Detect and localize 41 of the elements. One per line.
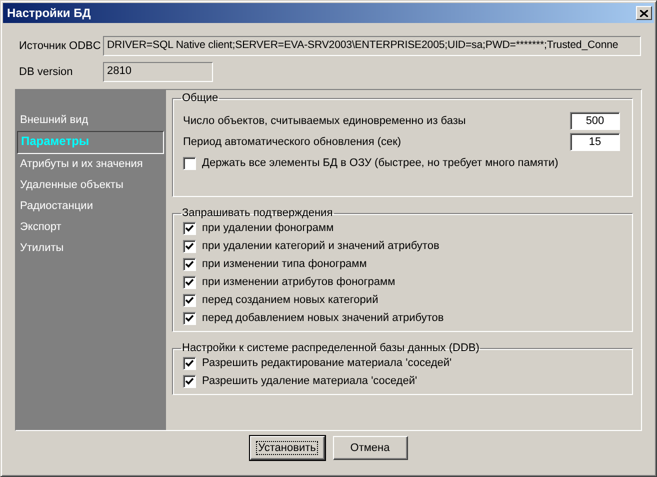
sidebar-item[interactable]: Удаленные объекты [17, 175, 166, 196]
checkbox-label: при изменении типа фонограмм [202, 258, 367, 270]
sidebar-item[interactable]: Утилиты [17, 238, 166, 259]
checkbox-label: при изменении атрибутов фонограмм [202, 276, 396, 288]
db-version-field[interactable]: 2810 [103, 62, 213, 82]
checkbox[interactable] [183, 240, 196, 252]
checkbox-label: Разрешить редактирование материала 'соседей' [202, 357, 452, 369]
close-button[interactable] [636, 6, 652, 20]
odbc-source-field[interactable]: DRIVER=SQL Native client;SERVER=EVA-SRV2003\ENTERPRISE2005;UID=sa;PWD=*******;Trusted_Conne [103, 36, 641, 56]
group-title: Настройки к системе распределенной базы данных (DDB) [181, 342, 480, 354]
checkbox[interactable] [183, 374, 196, 388]
group-title: Запрашивать подтверждения [181, 207, 334, 219]
number-field[interactable]: 500 [570, 112, 620, 130]
window-title: Настройки БД [7, 6, 91, 20]
checkbox[interactable] [183, 294, 196, 306]
checkbox-label: перед созданием новых категорий [202, 294, 378, 306]
sidebar-item[interactable]: Экспорт [17, 217, 166, 238]
checkbox[interactable] [183, 312, 196, 324]
field-label: DB version [18, 66, 74, 78]
sidebar-item[interactable]: Радиостанции [17, 196, 166, 217]
checkbox[interactable] [183, 156, 196, 170]
sidebar-item[interactable]: Параметры [17, 131, 164, 154]
number-field[interactable]: 15 [570, 132, 620, 150]
setting-label: Число объектов, считываемых единовременно из базы [183, 114, 466, 126]
checkbox-label: Держать все элементы БД в ОЗУ (быстрее, но требует много памяти) [202, 157, 558, 169]
field-label: Источник ODBC [18, 40, 102, 52]
dialog-button[interactable]: Установить [250, 436, 324, 460]
checkbox[interactable] [183, 258, 196, 270]
checkbox[interactable] [183, 356, 196, 370]
close-icon [640, 10, 648, 16]
sidebar-item[interactable]: Атрибуты и их значения [17, 154, 166, 175]
checkbox-label: при удалении категорий и значений атрибутов [202, 240, 440, 252]
group-title: Общие [181, 92, 220, 104]
checkbox[interactable] [183, 276, 196, 288]
checkbox-label: Разрешить удаление материала 'соседей' [202, 375, 418, 387]
checkbox-label: при удалении фонограмм [202, 222, 334, 234]
sidebar-item[interactable]: Внешний вид [17, 110, 166, 131]
checkbox[interactable] [183, 222, 196, 234]
checkbox-label: перед добавлением новых значений атрибутов [202, 312, 444, 324]
setting-label: Период автоматического обновления (сек) [183, 136, 402, 148]
dialog-button[interactable]: Отмена [332, 436, 408, 460]
